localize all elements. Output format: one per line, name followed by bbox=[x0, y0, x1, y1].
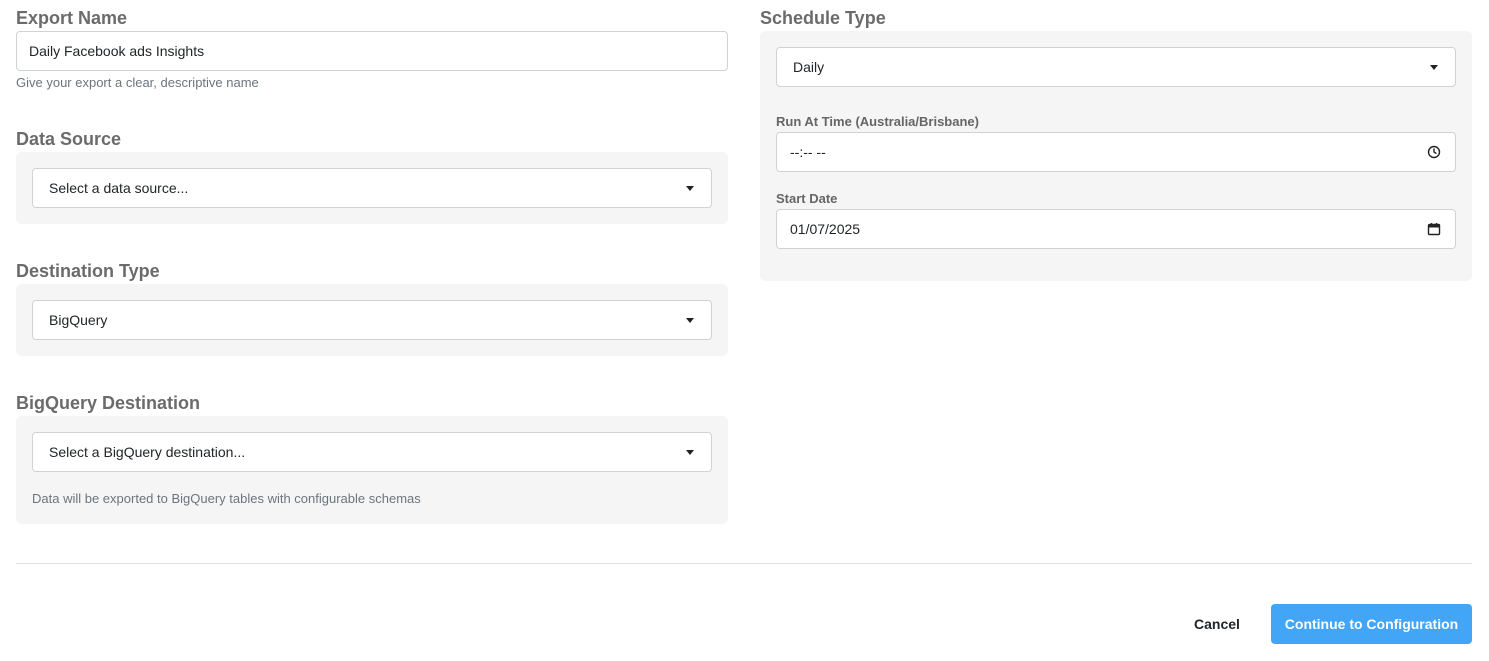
run-time-value: --:-- -- bbox=[790, 144, 826, 160]
schedule-panel: Daily Run At Time (Australia/Brisbane) -… bbox=[760, 31, 1472, 281]
chevron-down-icon bbox=[686, 450, 694, 455]
data-source-panel: Select a data source... bbox=[16, 152, 728, 224]
export-name-help: Give your export a clear, descriptive na… bbox=[16, 75, 259, 90]
schedule-type-select-value: Daily bbox=[793, 59, 825, 75]
continue-button[interactable]: Continue to Configuration bbox=[1271, 604, 1472, 644]
bigquery-destination-select-value: Select a BigQuery destination... bbox=[49, 444, 246, 460]
cancel-button[interactable]: Cancel bbox=[1180, 604, 1254, 644]
run-time-label: Run At Time (Australia/Brisbane) bbox=[776, 114, 979, 129]
destination-type-panel: BigQuery bbox=[16, 284, 728, 356]
start-date-input[interactable]: 01/07/2025 bbox=[776, 209, 1456, 249]
start-date-label: Start Date bbox=[776, 191, 838, 206]
bigquery-destination-help: Data will be exported to BigQuery tables… bbox=[32, 491, 421, 506]
clock-icon[interactable] bbox=[1427, 145, 1441, 159]
bigquery-destination-panel: Select a BigQuery destination... Data wi… bbox=[16, 416, 728, 524]
bigquery-destination-select[interactable]: Select a BigQuery destination... bbox=[32, 432, 712, 472]
data-source-select[interactable]: Select a data source... bbox=[32, 168, 712, 208]
data-source-select-value: Select a data source... bbox=[49, 180, 189, 196]
export-name-title: Export Name bbox=[16, 8, 128, 28]
export-name-input[interactable]: Daily Facebook ads Insights bbox=[16, 31, 728, 71]
chevron-down-icon bbox=[686, 318, 694, 323]
bigquery-destination-title: BigQuery Destination bbox=[16, 393, 201, 413]
data-source-title: Data Source bbox=[16, 129, 122, 149]
calendar-icon[interactable] bbox=[1427, 222, 1441, 236]
footer-divider bbox=[16, 563, 1472, 564]
destination-type-title: Destination Type bbox=[16, 261, 160, 281]
destination-type-select[interactable]: BigQuery bbox=[32, 300, 712, 340]
schedule-type-title: Schedule Type bbox=[760, 8, 886, 28]
run-time-input[interactable]: --:-- -- bbox=[776, 132, 1456, 172]
chevron-down-icon bbox=[686, 186, 694, 191]
destination-type-select-value: BigQuery bbox=[49, 312, 108, 328]
start-date-value: 01/07/2025 bbox=[790, 221, 861, 237]
schedule-type-select[interactable]: Daily bbox=[776, 47, 1456, 87]
export-wizard-page: Export Name Daily Facebook ads Insights … bbox=[0, 0, 1489, 661]
chevron-down-icon bbox=[1430, 65, 1438, 70]
